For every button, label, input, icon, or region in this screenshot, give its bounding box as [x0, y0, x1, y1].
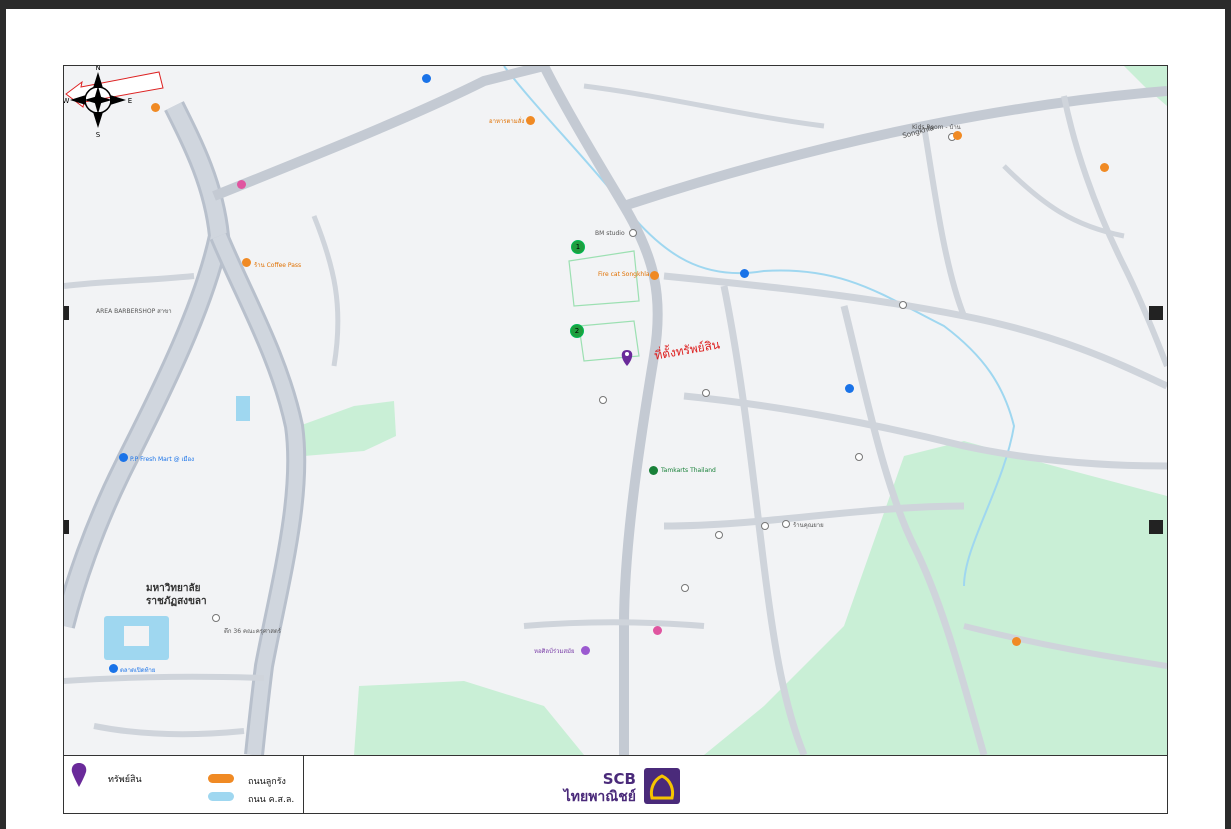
edge-chip: [64, 306, 69, 320]
restaurant-icon[interactable]: [151, 103, 160, 112]
poi-label: BM studio: [595, 230, 625, 237]
place-icon[interactable]: [681, 584, 689, 592]
asset-pin-icon: [71, 763, 87, 787]
place-icon[interactable]: [761, 522, 769, 530]
poi-label: ร้านคุณยาย: [793, 522, 824, 529]
poi-label: ร้าน Coffee Pass: [254, 262, 302, 269]
pond: [236, 396, 250, 421]
island: [124, 626, 149, 646]
restaurant-icon[interactable]: [1100, 163, 1109, 172]
poi-label: P.P Fresh Mart @ เมือง: [130, 456, 195, 463]
place-icon[interactable]: [855, 453, 863, 461]
scb-logo-icon: [644, 768, 680, 804]
poi-label: AREA BARBERSHOP สาขา: [96, 308, 172, 315]
edge-chip: [1149, 306, 1163, 320]
shopping-icon[interactable]: [845, 384, 854, 393]
market-icon[interactable]: [109, 664, 118, 673]
poi-label: Tamkarts Thailand: [661, 467, 716, 474]
museum-icon[interactable]: [581, 646, 590, 655]
map-canvas: [64, 66, 1167, 755]
compass-rose-icon: N S W E: [64, 66, 132, 138]
edge-chip: [1149, 520, 1163, 534]
compass-s: S: [96, 131, 101, 138]
place-icon[interactable]: [715, 531, 723, 539]
legend-road-blue: ถนน ค.ส.ล.: [248, 795, 295, 805]
place-icon[interactable]: [782, 520, 790, 528]
restaurant-icon[interactable]: [953, 131, 962, 140]
lot-marker-2[interactable]: 2: [570, 324, 584, 338]
shopping-icon[interactable]: [119, 453, 128, 462]
park-area: [1124, 66, 1167, 106]
location-map[interactable]: ที่ตั้งทรัพย์สิน 1 2 ร้าน Coffee Pass Fi…: [64, 66, 1167, 755]
restaurant-icon[interactable]: [526, 116, 535, 125]
park-area: [354, 681, 584, 755]
document-page: ที่ตั้งทรัพย์สิน 1 2 ร้าน Coffee Pass Fi…: [6, 9, 1225, 829]
unpaved-road-swatch: [208, 774, 234, 783]
school-icon[interactable]: [212, 614, 220, 622]
compass-w: W: [64, 97, 70, 105]
edge-chip: [64, 520, 69, 534]
place-icon[interactable]: [899, 301, 907, 309]
poi-label: ตึก 36 คณะครุศาสตร์: [224, 628, 281, 635]
poi-label: ตลาดเปิดท้าย: [120, 667, 156, 674]
university-label: ราชภัฏสงขลา: [146, 596, 207, 607]
place-icon[interactable]: [599, 396, 607, 404]
legend-asset-label: ทรัพย์สิน: [108, 775, 142, 785]
restaurant-icon[interactable]: [650, 271, 659, 280]
poi-label: Fire cat Songkhla: [598, 271, 650, 278]
compass-e: E: [128, 97, 132, 105]
map-legend: ทรัพย์สิน ถนนลูกรัง ถนน ค.ส.ล. SCB ไทยพา…: [64, 755, 1167, 813]
restaurant-icon[interactable]: [1012, 637, 1021, 646]
shopping-icon[interactable]: [740, 269, 749, 278]
legend-key: ทรัพย์สิน ถนนลูกรัง ถนน ค.ส.ล.: [64, 756, 304, 813]
scb-brand: SCB ไทยพาณิชย์: [554, 764, 684, 806]
place-icon[interactable]: [702, 389, 710, 397]
poi-label: อาหารตามสั่ง: [489, 118, 525, 125]
legend-road-orange: ถนนลูกรัง: [248, 777, 286, 787]
shopping-bag-icon[interactable]: [237, 180, 246, 189]
lot-outline: [568, 250, 640, 307]
brand-name-th: ไทยพาณิชย์: [563, 789, 636, 805]
shop-icon[interactable]: [649, 466, 658, 475]
shopping-icon[interactable]: [422, 74, 431, 83]
map-frame: ที่ตั้งทรัพย์สิน 1 2 ร้าน Coffee Pass Fi…: [63, 65, 1168, 814]
poi-label: หอศิลป์ร่วมสมัย: [534, 648, 575, 655]
shopping-bag-icon[interactable]: [653, 626, 662, 635]
compass-n: N: [95, 66, 100, 72]
place-icon[interactable]: [629, 229, 637, 237]
cafe-icon[interactable]: [242, 258, 251, 267]
park-area: [299, 401, 396, 456]
lot-marker-1[interactable]: 1: [571, 240, 585, 254]
concrete-road-swatch: [208, 792, 234, 801]
